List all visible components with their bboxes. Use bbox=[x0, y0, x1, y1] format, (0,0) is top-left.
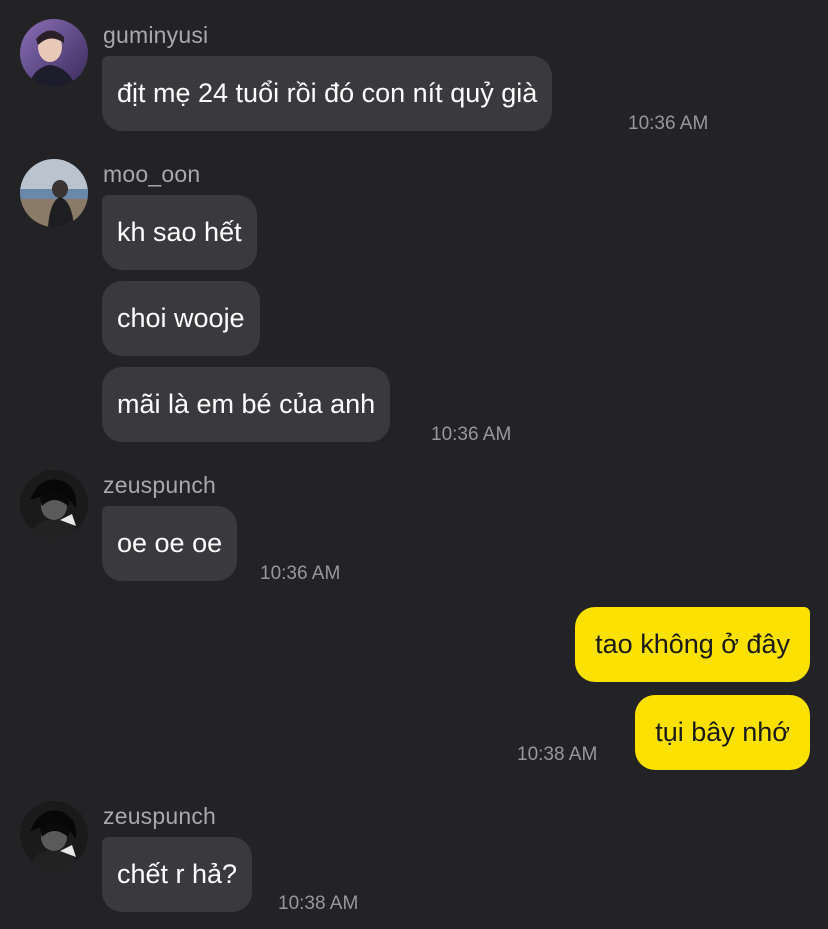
message-timestamp: 10:38 AM bbox=[278, 893, 359, 914]
message-bubble[interactable]: mãi là em bé của anh bbox=[102, 367, 391, 442]
outgoing-message-bubble[interactable]: tụi bây nhớ bbox=[635, 695, 810, 770]
chat-screen: guminyusi địt mẹ 24 tuổi rồi đó con nít … bbox=[0, 0, 828, 929]
sender-name: moo_oon bbox=[103, 161, 201, 187]
message-timestamp: 10:36 AM bbox=[260, 563, 341, 584]
message-bubble[interactable]: kh sao hết bbox=[102, 195, 257, 270]
message-bubble[interactable]: địt mẹ 24 tuổi rồi đó con nít quỷ già bbox=[102, 56, 553, 131]
avatar-zeuspunch[interactable] bbox=[20, 801, 88, 869]
message-timestamp: 10:36 AM bbox=[628, 113, 709, 134]
message-bubble[interactable]: oe oe oe bbox=[102, 506, 238, 581]
sender-name: guminyusi bbox=[103, 22, 209, 48]
message-bubble[interactable]: choi wooje bbox=[102, 281, 260, 356]
sender-name: zeuspunch bbox=[103, 472, 217, 498]
avatar-zeuspunch[interactable] bbox=[20, 470, 88, 538]
message-timestamp: 10:38 AM bbox=[517, 744, 598, 765]
message-bubble[interactable]: chết r hả? bbox=[102, 837, 253, 912]
outgoing-message-bubble[interactable]: tao không ở đây bbox=[575, 607, 810, 682]
sender-name: zeuspunch bbox=[103, 803, 217, 829]
avatar-moo_oon[interactable] bbox=[20, 159, 88, 227]
avatar-guminyusi[interactable] bbox=[20, 19, 88, 87]
message-timestamp: 10:36 AM bbox=[431, 424, 512, 445]
